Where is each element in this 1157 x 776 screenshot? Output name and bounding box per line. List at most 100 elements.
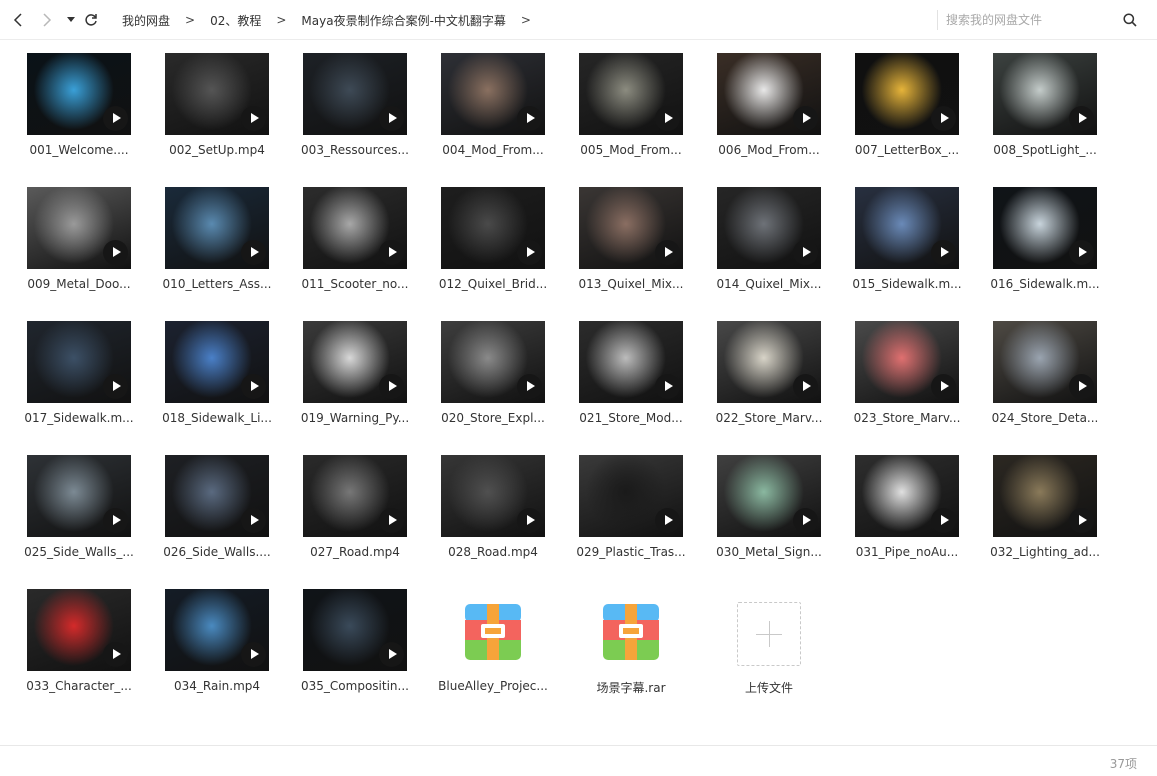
file-item[interactable]: BlueAlley_Projec... bbox=[427, 589, 557, 713]
file-item[interactable]: 013_Quixel_Mix... bbox=[565, 187, 695, 311]
file-item[interactable]: 场景字幕.rar bbox=[565, 589, 695, 713]
file-item[interactable]: 031_Pipe_noAu... bbox=[841, 455, 971, 579]
file-item[interactable]: 011_Scooter_no... bbox=[289, 187, 419, 311]
file-name: 014_Quixel_Mix... bbox=[716, 277, 822, 291]
file-name: 025_Side_Walls_... bbox=[24, 545, 134, 559]
file-name: 028_Road.mp4 bbox=[448, 545, 538, 559]
video-thumbnail bbox=[717, 53, 821, 135]
play-icon bbox=[379, 106, 404, 131]
file-item[interactable]: 029_Plastic_Tras... bbox=[565, 455, 695, 579]
file-item[interactable]: 015_Sidewalk.m... bbox=[841, 187, 971, 311]
file-item[interactable]: 009_Metal_Doo... bbox=[13, 187, 143, 311]
file-item[interactable]: 025_Side_Walls_... bbox=[13, 455, 143, 579]
file-item[interactable]: 016_Sidewalk.m... bbox=[979, 187, 1109, 311]
file-item[interactable]: 019_Warning_Py... bbox=[289, 321, 419, 445]
video-thumbnail bbox=[303, 589, 407, 671]
file-name: 010_Letters_Ass... bbox=[162, 277, 272, 291]
file-name: 031_Pipe_noAu... bbox=[855, 545, 959, 559]
file-item[interactable]: 034_Rain.mp4 bbox=[151, 589, 281, 713]
video-thumbnail bbox=[717, 321, 821, 403]
file-item[interactable]: 004_Mod_From... bbox=[427, 53, 557, 177]
video-thumbnail bbox=[165, 455, 269, 537]
file-item[interactable]: 028_Road.mp4 bbox=[427, 455, 557, 579]
play-icon bbox=[1069, 374, 1094, 399]
play-icon bbox=[103, 240, 128, 265]
play-icon bbox=[517, 374, 542, 399]
video-thumbnail bbox=[303, 321, 407, 403]
status-bar: 37项 bbox=[0, 745, 1157, 776]
play-icon bbox=[379, 374, 404, 399]
file-item[interactable]: 001_Welcome.... bbox=[13, 53, 143, 177]
file-name: 011_Scooter_no... bbox=[301, 277, 409, 291]
file-item[interactable]: 033_Character_... bbox=[13, 589, 143, 713]
item-count: 37项 bbox=[1109, 757, 1137, 771]
upload-file-button[interactable]: 上传文件 bbox=[703, 589, 833, 713]
file-item[interactable]: 008_SpotLight_... bbox=[979, 53, 1109, 177]
video-thumbnail bbox=[579, 187, 683, 269]
play-icon bbox=[103, 374, 128, 399]
file-item[interactable]: 023_Store_Marv... bbox=[841, 321, 971, 445]
file-item[interactable]: 032_Lighting_ad... bbox=[979, 455, 1109, 579]
play-icon bbox=[103, 508, 128, 533]
file-item[interactable]: 022_Store_Marv... bbox=[703, 321, 833, 445]
file-item[interactable]: 024_Store_Deta... bbox=[979, 321, 1109, 445]
play-icon bbox=[1069, 240, 1094, 265]
video-thumbnail bbox=[165, 321, 269, 403]
file-name: 008_SpotLight_... bbox=[993, 143, 1097, 157]
file-item[interactable]: 020_Store_Expl... bbox=[427, 321, 557, 445]
file-name: 024_Store_Deta... bbox=[991, 411, 1099, 425]
file-item[interactable]: 010_Letters_Ass... bbox=[151, 187, 281, 311]
video-thumbnail bbox=[717, 187, 821, 269]
file-name: 007_LetterBox_... bbox=[854, 143, 960, 157]
play-icon bbox=[241, 374, 266, 399]
file-name: 035_Compositin... bbox=[301, 679, 409, 693]
video-thumbnail bbox=[27, 455, 131, 537]
file-name: BlueAlley_Projec... bbox=[438, 679, 548, 693]
file-item[interactable]: 002_SetUp.mp4 bbox=[151, 53, 281, 177]
video-thumbnail bbox=[441, 187, 545, 269]
play-icon bbox=[1069, 508, 1094, 533]
play-icon bbox=[1069, 106, 1094, 131]
video-thumbnail bbox=[993, 53, 1097, 135]
file-item[interactable]: 035_Compositin... bbox=[289, 589, 419, 713]
file-name: 021_Store_Mod... bbox=[579, 411, 683, 425]
play-icon bbox=[517, 508, 542, 533]
file-item[interactable]: 012_Quixel_Brid... bbox=[427, 187, 557, 311]
file-item[interactable]: 003_Ressources... bbox=[289, 53, 419, 177]
play-icon bbox=[793, 508, 818, 533]
play-icon bbox=[379, 508, 404, 533]
file-name: 016_Sidewalk.m... bbox=[990, 277, 1100, 291]
file-name: 026_Side_Walls.... bbox=[163, 545, 271, 559]
video-thumbnail bbox=[993, 455, 1097, 537]
video-thumbnail bbox=[27, 53, 131, 135]
file-item[interactable]: 021_Store_Mod... bbox=[565, 321, 695, 445]
play-icon bbox=[931, 106, 956, 131]
play-icon bbox=[793, 240, 818, 265]
file-item[interactable]: 014_Quixel_Mix... bbox=[703, 187, 833, 311]
file-item[interactable]: 027_Road.mp4 bbox=[289, 455, 419, 579]
file-item[interactable]: 030_Metal_Sign... bbox=[703, 455, 833, 579]
play-icon bbox=[103, 642, 128, 667]
video-thumbnail bbox=[441, 455, 545, 537]
file-item[interactable]: 007_LetterBox_... bbox=[841, 53, 971, 177]
video-thumbnail bbox=[855, 187, 959, 269]
file-item[interactable]: 006_Mod_From... bbox=[703, 53, 833, 177]
file-name: 009_Metal_Doo... bbox=[27, 277, 131, 291]
play-icon bbox=[931, 508, 956, 533]
video-thumbnail bbox=[27, 187, 131, 269]
video-thumbnail bbox=[855, 321, 959, 403]
play-icon bbox=[655, 240, 680, 265]
video-thumbnail bbox=[441, 321, 545, 403]
archive-icon bbox=[465, 604, 521, 660]
video-thumbnail bbox=[27, 589, 131, 671]
file-name: 017_Sidewalk.m... bbox=[24, 411, 134, 425]
file-item[interactable]: 018_Sidewalk_Li... bbox=[151, 321, 281, 445]
file-item[interactable]: 005_Mod_From... bbox=[565, 53, 695, 177]
video-thumbnail bbox=[579, 53, 683, 135]
file-item[interactable]: 017_Sidewalk.m... bbox=[13, 321, 143, 445]
file-name: 034_Rain.mp4 bbox=[173, 679, 261, 693]
file-name: 013_Quixel_Mix... bbox=[578, 277, 684, 291]
play-icon bbox=[793, 106, 818, 131]
file-item[interactable]: 026_Side_Walls.... bbox=[151, 455, 281, 579]
file-name: 004_Mod_From... bbox=[442, 143, 544, 157]
